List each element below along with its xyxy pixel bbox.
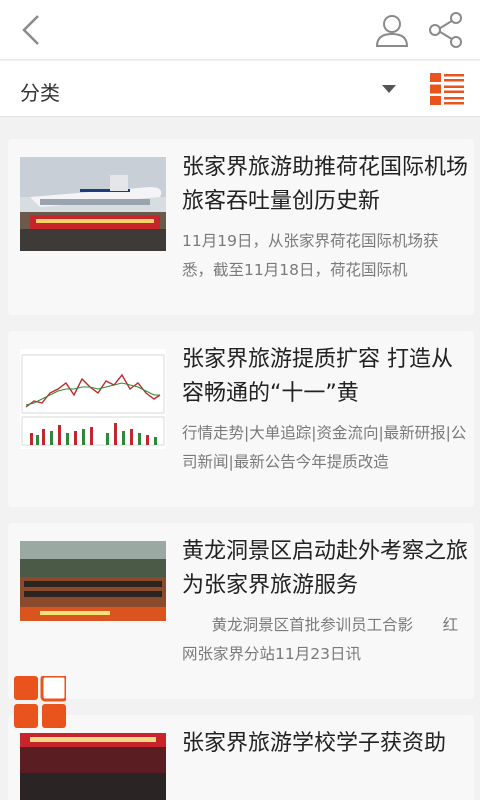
article-title[interactable]: 张家界旅游学校学子获资助 bbox=[182, 727, 468, 795]
auditorium-thumbnail bbox=[20, 733, 166, 800]
article-desc: 11月19日，从张家界荷花国际机场获悉，截至11月18日，荷花国际机 bbox=[182, 232, 439, 279]
stock-chart-thumbnail bbox=[20, 349, 166, 449]
top-bar bbox=[0, 0, 480, 60]
chevron-down-icon[interactable] bbox=[382, 85, 396, 93]
list-item[interactable]: 张家界旅游学校学子获资助 bbox=[8, 715, 474, 800]
article-desc: 黄龙洞景区首批参训员工合影 红网张家界分站11月23日讯 bbox=[182, 616, 459, 663]
category-bar: 分类 bbox=[0, 61, 480, 117]
airplane-thumbnail bbox=[20, 157, 166, 251]
back-arrow-icon[interactable] bbox=[16, 12, 48, 48]
grid-menu-icon[interactable] bbox=[14, 676, 66, 728]
article-desc: 行情走势|大单追踪|资金流向|最新研报|公司新闻|最新公告今年提质改造 bbox=[182, 424, 467, 471]
share-icon[interactable] bbox=[425, 10, 465, 50]
group-photo-thumbnail bbox=[20, 541, 166, 621]
article-title[interactable]: 黄龙洞景区启动赴外考察之旅 为张家界旅游服务 bbox=[182, 535, 468, 603]
user-icon[interactable] bbox=[372, 10, 412, 50]
list-item[interactable]: 张家界旅游助推荷花国际机场旅客吞吐量创历史新 11月19日，从张家界荷花国际机场… bbox=[8, 139, 474, 315]
list-item[interactable]: 黄龙洞景区启动赴外考察之旅 为张家界旅游服务 黄龙洞景区首批参训员工合影 红网张… bbox=[8, 523, 474, 699]
article-title[interactable]: 张家界旅游助推荷花国际机场旅客吞吐量创历史新 bbox=[182, 151, 468, 219]
category-dropdown[interactable]: 分类 bbox=[20, 77, 60, 106]
list-view-icon[interactable] bbox=[430, 73, 464, 105]
list-item[interactable]: 张家界旅游提质扩容 打造从容畅通的“十一”黄 行情走势|大单追踪|资金流向|最新… bbox=[8, 331, 474, 507]
article-title[interactable]: 张家界旅游提质扩容 打造从容畅通的“十一”黄 bbox=[182, 343, 468, 411]
